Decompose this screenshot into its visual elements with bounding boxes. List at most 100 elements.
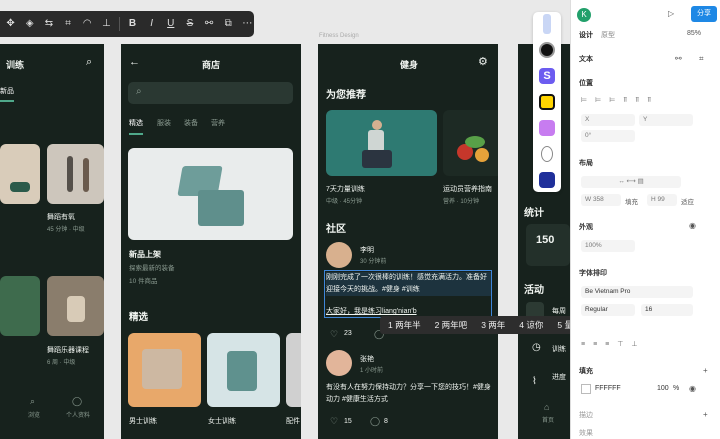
link-icon[interactable]: ⚯ xyxy=(203,17,216,31)
text-align-icons[interactable]: ≡≡≡⊤⊥ xyxy=(581,340,645,348)
x-field[interactable]: X xyxy=(581,114,635,126)
more-icon[interactable]: ⋯ xyxy=(241,17,254,31)
add-icon[interactable]: + xyxy=(703,366,708,375)
swap-icon[interactable]: ⇆ xyxy=(42,17,55,31)
opacity-field[interactable]: 100% xyxy=(581,240,635,252)
nav-home-label[interactable]: 首页 xyxy=(542,415,554,424)
back-arrow-icon[interactable]: ← xyxy=(129,56,140,68)
nutrition-image[interactable] xyxy=(443,110,498,176)
zoom-level[interactable]: 85% xyxy=(687,30,701,37)
height-field[interactable]: H 99 xyxy=(647,194,677,206)
avatar[interactable] xyxy=(326,350,352,376)
card-image-class[interactable] xyxy=(47,276,104,336)
stat-value: 150 xyxy=(536,234,555,246)
like-count: 15 xyxy=(344,418,352,425)
tab-nutrition[interactable]: 营养 xyxy=(211,118,225,128)
color-swatch[interactable] xyxy=(581,384,591,394)
nav-profile-label[interactable]: 个人资料 xyxy=(66,410,90,419)
section-title: 精选 xyxy=(129,312,149,323)
ime-candidate[interactable]: 1 两年半 xyxy=(388,319,421,331)
comment-icon[interactable]: ◯ xyxy=(370,416,380,427)
share-button[interactable]: 分享 xyxy=(691,6,717,22)
rainbow-icon[interactable]: ◠ xyxy=(81,17,94,31)
section-title: 活动 xyxy=(524,285,544,296)
plugin-icon-2[interactable]: S xyxy=(533,62,561,90)
page-title: 商店 xyxy=(202,60,221,70)
add-icon[interactable]: + xyxy=(703,410,708,419)
profile-icon[interactable]: ◯ xyxy=(72,396,82,407)
tab-new[interactable]: 新品 xyxy=(0,86,14,102)
italic-icon[interactable]: I xyxy=(145,17,158,31)
card-subtitle: 中级 · 45分钟 xyxy=(326,199,363,205)
fill-opacity[interactable]: 100 xyxy=(657,385,669,392)
ime-candidate[interactable]: 4 谅你 xyxy=(519,319,543,331)
width-field[interactable]: W 358 xyxy=(581,194,621,206)
section-typography: 字体排印 xyxy=(579,270,607,277)
ime-candidate[interactable]: 2 两年吧 xyxy=(435,319,468,331)
font-weight-select[interactable]: Regular xyxy=(581,304,635,316)
home-icon[interactable]: ⌂ xyxy=(544,402,549,412)
heart-icon[interactable]: ♡ xyxy=(330,329,338,340)
link-icon[interactable]: ⚯ xyxy=(675,54,682,63)
grid-icon[interactable]: ⌗ xyxy=(699,54,704,64)
ime-candidate[interactable]: 3 两年 xyxy=(481,319,505,331)
product-label: 配件 xyxy=(286,418,300,425)
strikethrough-icon[interactable]: S xyxy=(183,17,196,31)
underline-icon[interactable]: U xyxy=(164,17,177,31)
item-count: 10 件商品 xyxy=(129,278,158,285)
card-title: 舞蹈有氧 xyxy=(47,214,75,221)
plugin-icon-3[interactable] xyxy=(533,88,561,116)
product-image-women[interactable] xyxy=(207,333,280,407)
avatar[interactable] xyxy=(326,242,352,268)
fill-label[interactable]: 填充 xyxy=(625,196,638,206)
layout-toggle[interactable]: ↔ ⟷ ▤ xyxy=(581,176,681,188)
product-image-men[interactable] xyxy=(128,333,201,407)
component-icon[interactable]: ◈ xyxy=(23,17,36,31)
post-text[interactable]: 刚刚完成了一次很棒的训练！感觉充满活力。准备好迎接今天的挑战。#健身 #训练 xyxy=(326,272,492,296)
nav-browse-label[interactable]: 浏览 xyxy=(28,410,40,419)
tab-gear[interactable]: 装备 xyxy=(184,118,198,128)
tab-apparel[interactable]: 服装 xyxy=(157,118,171,128)
tab-design[interactable]: 设计 xyxy=(579,30,593,40)
search-input[interactable]: ⌕ xyxy=(128,82,293,104)
browse-icon[interactable]: ⌕ xyxy=(30,396,35,407)
font-size-field[interactable]: 16 xyxy=(641,304,693,316)
post-time: 1 小时前 xyxy=(360,368,384,374)
plugin-icon-5[interactable] xyxy=(533,140,561,168)
align-bottom-icon[interactable]: ⊥ xyxy=(100,17,113,31)
card-image-plant[interactable] xyxy=(0,276,40,336)
avatar[interactable]: K xyxy=(577,8,591,22)
workout-image[interactable] xyxy=(326,110,437,176)
page-title: 健身 xyxy=(400,60,419,70)
eye-icon[interactable]: ◉ xyxy=(689,384,696,393)
plugin-icon-1[interactable] xyxy=(533,36,561,64)
settings-icon[interactable]: ⚙ xyxy=(478,55,488,68)
play-icon[interactable]: ▷ xyxy=(668,9,674,18)
tab-featured[interactable]: 精选 xyxy=(129,118,143,135)
section-text: 文本 xyxy=(579,56,593,63)
heart-icon[interactable]: ♡ xyxy=(330,416,338,427)
section-title: 统计 xyxy=(524,208,544,219)
product-image-accessory[interactable] xyxy=(286,333,301,407)
move-icon[interactable]: ✥ xyxy=(4,17,17,31)
y-field[interactable]: Y xyxy=(639,114,693,126)
search-icon[interactable]: ⌕ xyxy=(86,56,92,69)
align-icons[interactable]: ⊨⊨⊨⫪⫪⫪ xyxy=(581,96,659,105)
fill-hex[interactable]: FFFFFF xyxy=(595,385,621,392)
fit-label[interactable]: 适应 xyxy=(681,196,694,206)
variable-icon[interactable]: ⧉ xyxy=(222,17,235,31)
card-image-dance[interactable] xyxy=(47,144,104,204)
bold-icon[interactable]: B xyxy=(126,17,139,31)
plugin-icon-6[interactable] xyxy=(533,166,561,194)
eye-icon[interactable]: ◉ xyxy=(689,221,696,230)
activity-label: 训练 xyxy=(552,346,566,353)
font-family-select[interactable]: Be Vietnam Pro xyxy=(581,286,693,298)
card-image[interactable] xyxy=(0,144,40,204)
new-arrivals-image[interactable] xyxy=(128,148,293,240)
tab-prototype[interactable]: 原型 xyxy=(601,30,615,40)
plugin-icon-4[interactable] xyxy=(533,114,561,142)
crop-icon[interactable]: ⌗ xyxy=(61,17,74,31)
rotation-field[interactable]: 0° xyxy=(581,130,635,142)
section-title: 社区 xyxy=(326,224,346,235)
plugin-handle[interactable] xyxy=(543,14,551,34)
